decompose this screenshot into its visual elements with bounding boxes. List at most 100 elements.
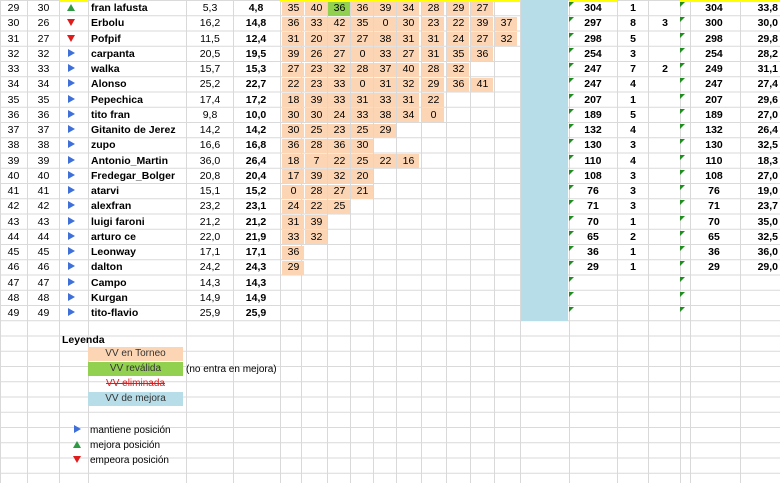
tournaments-count: 1 — [630, 261, 636, 274]
player-name: luigi faroni — [91, 215, 145, 228]
comment-flag-icon — [680, 17, 685, 23]
player-name: Antonio_Martin — [91, 154, 168, 167]
adjusted-total: 249 — [705, 63, 723, 75]
row-number: 36 — [7, 108, 20, 121]
total-points: 36 — [587, 246, 599, 258]
player-name: Campo — [91, 276, 127, 289]
extra-points — [650, 276, 680, 291]
total-points: 304 — [584, 2, 602, 14]
average-score: 19,0 — [757, 185, 778, 197]
tournament-score: 34 — [402, 2, 415, 14]
extra-points — [650, 169, 680, 184]
extra-points — [650, 123, 680, 138]
player-name: Pepechica — [91, 93, 143, 106]
tournament-score: 23 — [310, 78, 323, 91]
tournament-score: 27 — [476, 32, 489, 45]
tournament-score: 29 — [452, 2, 465, 14]
tournament-score: 35 — [287, 2, 300, 14]
adjusted-total: 36 — [708, 246, 720, 258]
handicap-current: 19,5 — [245, 47, 267, 60]
arrow-right-icon — [70, 423, 84, 438]
tournament-score: 27 — [333, 185, 346, 197]
tournament-score: 30 — [310, 108, 323, 121]
arrow-right-icon — [60, 62, 82, 77]
tournaments-count: 1 — [630, 246, 636, 258]
tournaments-count: 8 — [630, 17, 636, 30]
tournament-score: 31 — [379, 78, 392, 91]
handicap-current: 14,9 — [245, 291, 267, 304]
average-score: 28,2 — [757, 47, 778, 60]
previous-position: 26 — [37, 17, 50, 30]
tournament-score: 39 — [310, 215, 323, 228]
tournament-score: 34 — [402, 108, 415, 121]
average-score: 29,0 — [757, 261, 778, 274]
player-name: Fredegar_Bolger — [91, 169, 176, 182]
tournament-score: 22 — [427, 93, 440, 106]
arrow-right-icon — [60, 47, 82, 62]
tournaments-count: 3 — [630, 47, 636, 60]
previous-position: 48 — [37, 291, 50, 304]
arrow-right-icon — [60, 108, 82, 123]
row-number: 49 — [7, 307, 20, 319]
average-score: 30,0 — [757, 17, 778, 30]
extra-points — [650, 215, 680, 230]
handicap-current: 10,0 — [245, 108, 267, 121]
adjusted-total: 76 — [708, 185, 720, 197]
tournament-score: 18 — [287, 154, 300, 167]
comment-flag-icon — [680, 124, 685, 129]
average-score: 27,0 — [757, 108, 778, 121]
arrow-right-icon — [60, 77, 82, 92]
total-points: 132 — [584, 124, 602, 136]
tournament-score: 39 — [310, 169, 323, 182]
tournament-score: 30 — [402, 17, 415, 30]
tournament-score: 31 — [402, 32, 415, 45]
extra-points: 2 — [662, 63, 668, 75]
tournament-score: 20 — [310, 32, 323, 45]
tournament-score: 31 — [287, 215, 300, 228]
total-points — [572, 291, 614, 306]
handicap-previous: 23,2 — [199, 200, 221, 213]
extra-points — [650, 32, 680, 47]
average-score: 31,1 — [757, 63, 778, 75]
tournament-score: 33 — [356, 108, 369, 121]
total-points: 298 — [584, 32, 602, 45]
average-score: 33,8 — [757, 2, 778, 14]
previous-position: 36 — [37, 108, 50, 121]
tournament-score: 26 — [310, 47, 323, 60]
row-number: 46 — [7, 261, 20, 274]
previous-position: 49 — [37, 307, 50, 319]
average-score: 29,6 — [757, 93, 778, 106]
player-name: fran lafusta — [91, 2, 148, 14]
tournament-score: 40 — [310, 2, 323, 14]
tournament-score: 35 — [356, 17, 369, 30]
row-number: 48 — [7, 291, 20, 304]
tournament-score: 25 — [356, 124, 369, 136]
grid-column-line — [88, 0, 89, 483]
row-number: 37 — [7, 124, 20, 136]
player-name: carpanta — [91, 47, 135, 60]
tournament-score: 37 — [500, 17, 513, 30]
tournament-score: 31 — [427, 32, 440, 45]
row-number: 47 — [7, 276, 20, 289]
previous-position: 46 — [37, 261, 50, 274]
arrow-right-icon — [60, 154, 82, 169]
tournament-score: 35 — [452, 47, 465, 60]
player-name: atarvi — [91, 185, 120, 197]
adjusted-total: 304 — [705, 2, 723, 14]
adjusted-total: 132 — [705, 124, 723, 136]
handicap-current: 26,4 — [245, 154, 267, 167]
row-number: 42 — [7, 200, 20, 213]
tournament-score: 28 — [310, 139, 323, 152]
average-score: 18,3 — [757, 154, 778, 167]
handicap-previous: 21,2 — [199, 215, 221, 228]
tournament-score: 25 — [310, 124, 323, 136]
previous-position: 40 — [37, 169, 50, 182]
adjusted-total: 298 — [705, 32, 723, 45]
handicap-current: 22,7 — [245, 78, 267, 91]
arrow-down-icon — [70, 453, 84, 468]
comment-flag-icon — [680, 185, 685, 190]
total-points — [572, 306, 614, 321]
tournament-score: 0 — [290, 185, 297, 197]
comment-flag-icon — [680, 276, 685, 282]
legend-trend-label: mejora posición — [90, 440, 161, 451]
